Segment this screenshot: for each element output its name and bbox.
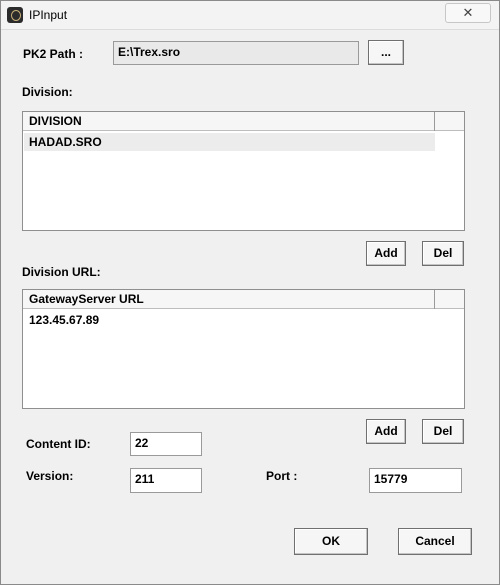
- pk2-path-value: E:\Trex.sro: [118, 45, 181, 59]
- browse-button[interactable]: ...: [368, 40, 404, 65]
- title-bar[interactable]: IPInput ✕: [1, 1, 499, 30]
- version-field[interactable]: 211: [130, 468, 202, 493]
- cancel-button-label: Cancel: [415, 534, 455, 548]
- list-item[interactable]: 123.45.67.89: [24, 311, 435, 329]
- division-row-text: HADAD.SRO: [29, 135, 102, 149]
- division-url-add-label: Add: [374, 424, 398, 438]
- division-column-header: DIVISION: [29, 114, 82, 128]
- division-add-label: Add: [374, 246, 398, 260]
- division-url-list-header[interactable]: GatewayServer URL: [23, 290, 464, 309]
- division-list-header[interactable]: DIVISION: [23, 112, 464, 131]
- port-label: Port :: [266, 469, 298, 483]
- ipinput-dialog: IPInput ✕ PK2 Path : E:\Trex.sro ... Div…: [0, 0, 500, 585]
- column-divider[interactable]: [434, 290, 435, 309]
- division-list[interactable]: DIVISION HADAD.SRO: [22, 111, 465, 231]
- ok-button-label: OK: [322, 534, 340, 548]
- port-field[interactable]: 15779: [369, 468, 462, 493]
- port-value: 15779: [374, 472, 408, 486]
- list-item[interactable]: HADAD.SRO: [24, 133, 435, 151]
- gateway-url-row-text: 123.45.67.89: [29, 313, 100, 327]
- version-label: Version:: [26, 469, 74, 483]
- column-divider[interactable]: [434, 112, 435, 131]
- content-id-field[interactable]: 22: [130, 432, 202, 456]
- division-section-label: Division:: [22, 85, 73, 99]
- content-id-value: 22: [135, 436, 149, 450]
- cancel-button[interactable]: Cancel: [398, 528, 472, 555]
- division-url-add-button[interactable]: Add: [366, 419, 406, 444]
- content-id-label: Content ID:: [26, 437, 91, 451]
- division-del-button[interactable]: Del: [422, 241, 464, 266]
- pk2-path-label: PK2 Path :: [23, 47, 84, 61]
- browse-button-label: ...: [380, 45, 391, 59]
- gateway-url-column-header: GatewayServer URL: [29, 292, 144, 306]
- ok-button[interactable]: OK: [294, 528, 368, 555]
- division-url-del-label: Del: [433, 424, 453, 438]
- window-title: IPInput: [29, 8, 68, 22]
- division-add-button[interactable]: Add: [366, 241, 406, 266]
- app-icon: [7, 7, 23, 23]
- division-url-del-button[interactable]: Del: [422, 419, 464, 444]
- division-url-list[interactable]: GatewayServer URL 123.45.67.89: [22, 289, 465, 409]
- division-url-section-label: Division URL:: [22, 265, 101, 279]
- version-value: 211: [135, 472, 155, 486]
- close-icon: ✕: [462, 5, 474, 20]
- division-del-label: Del: [433, 246, 453, 260]
- close-button[interactable]: ✕: [445, 3, 491, 23]
- pk2-path-field[interactable]: E:\Trex.sro: [113, 41, 359, 65]
